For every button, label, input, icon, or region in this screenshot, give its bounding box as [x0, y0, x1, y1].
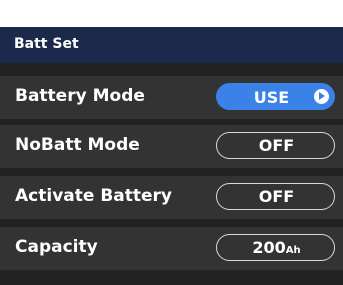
battery-mode-toggle[interactable]: USE: [216, 83, 335, 110]
capacity-value: 200: [252, 238, 286, 257]
title-bar: Batt Set: [0, 27, 343, 63]
row-activate-battery: Activate Battery OFF: [0, 176, 343, 219]
nobatt-mode-label: NoBatt Mode: [15, 135, 140, 155]
capacity-unit: Ah: [285, 245, 301, 256]
play-circle-icon: [314, 89, 329, 104]
batt-set-screen: Batt Set Battery Mode USE NoBatt Mode OF…: [0, 27, 343, 285]
row-capacity: Capacity 200Ah: [0, 227, 343, 270]
capacity-field[interactable]: 200Ah: [216, 234, 335, 261]
activate-battery-toggle[interactable]: OFF: [216, 183, 335, 210]
row-battery-mode: Battery Mode USE: [0, 76, 343, 119]
nobatt-mode-value: OFF: [258, 136, 295, 155]
capacity-label: Capacity: [15, 237, 98, 257]
nobatt-mode-toggle[interactable]: OFF: [216, 132, 335, 159]
activate-battery-label: Activate Battery: [15, 186, 172, 206]
page-title: Batt Set: [14, 36, 79, 52]
activate-battery-value: OFF: [258, 187, 295, 206]
capacity-value-wrap: 200Ah: [217, 238, 336, 257]
battery-mode-label: Battery Mode: [15, 86, 145, 106]
row-nobatt-mode: NoBatt Mode OFF: [0, 125, 343, 168]
